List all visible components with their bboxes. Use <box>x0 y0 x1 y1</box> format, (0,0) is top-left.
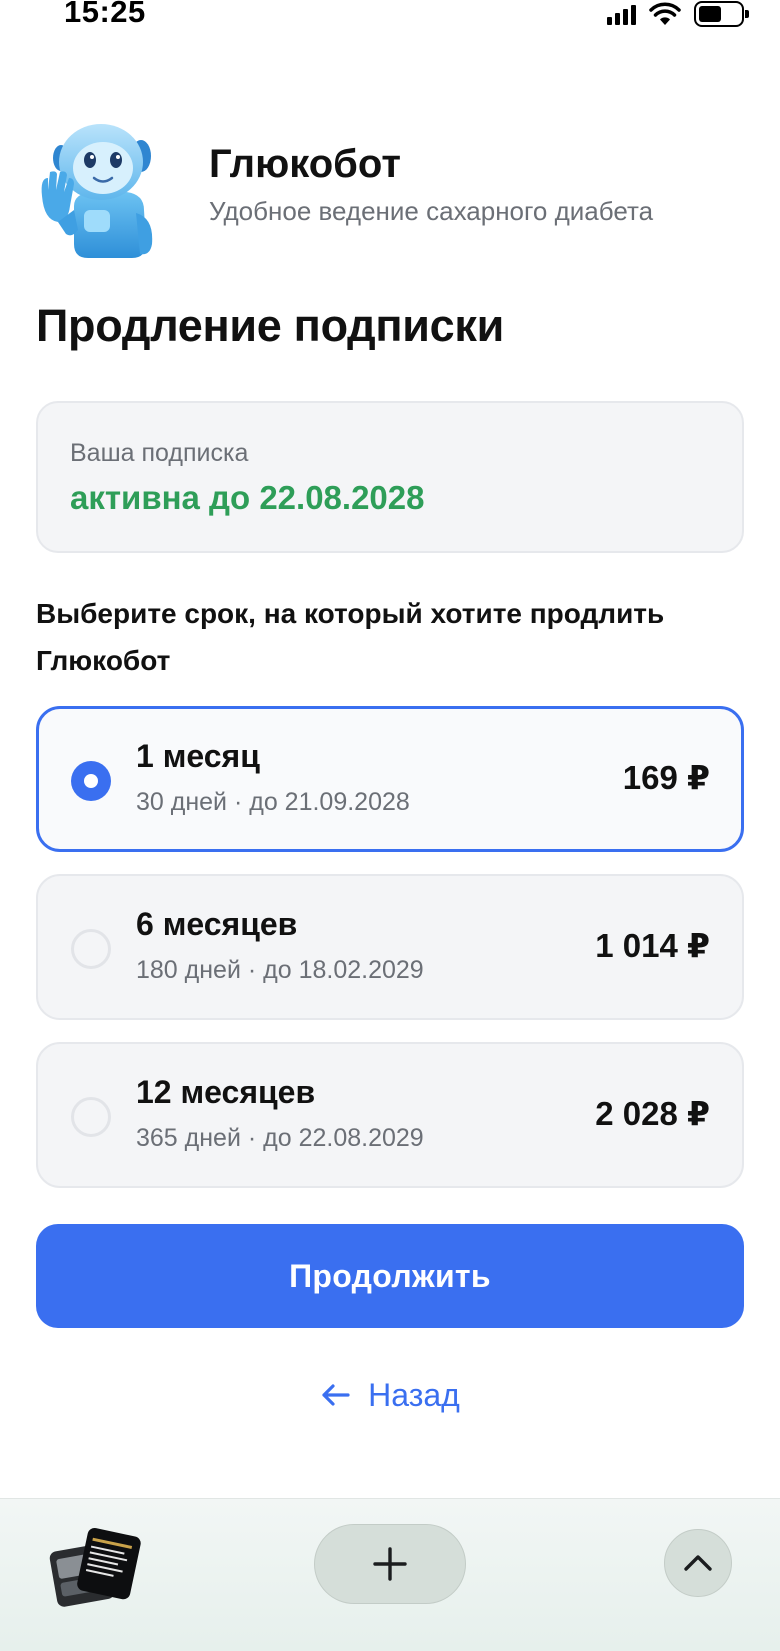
plan-option-6-months[interactable]: 6 месяцев 180 дней · до 18.02.2029 1 014… <box>36 874 744 1020</box>
subscription-label: Ваша подписка <box>70 439 249 467</box>
back-link[interactable]: Назад <box>0 1370 780 1420</box>
brand-tagline: Удобное ведение сахарного диабета <box>209 196 654 226</box>
plan-detail: 180 дней · до 18.02.2029 <box>136 956 424 984</box>
status-time: 15:25 <box>64 0 146 29</box>
browser-bottom-bar <box>0 1498 780 1651</box>
wifi-icon <box>649 2 681 25</box>
signal-icon <box>607 3 636 25</box>
page: 15:25 Глюкобот Удобное ведение сахарного… <box>0 0 780 1651</box>
brand-header: Глюкобот Удобное ведение сахарного диабе… <box>36 118 746 258</box>
battery-icon <box>694 1 749 27</box>
tabs-thumbnail[interactable] <box>46 1523 142 1613</box>
subscription-status-card: Ваша подписка активна до 22.08.2028 <box>36 401 744 553</box>
plan-option-1-month[interactable]: 1 месяц 30 дней · до 21.09.2028 169 ₽ <box>36 706 744 852</box>
new-tab-button[interactable] <box>314 1524 466 1604</box>
scroll-up-button[interactable] <box>664 1529 732 1597</box>
back-label: Назад <box>368 1376 460 1413</box>
subscription-status: активна до 22.08.2028 <box>70 479 425 516</box>
radio-unselected-icon[interactable] <box>71 929 111 969</box>
plan-name: 6 месяцев <box>136 906 298 942</box>
plan-prompt: Выберите срок, на который хотите продлит… <box>36 598 665 676</box>
robot-mascot-icon <box>41 124 153 258</box>
status-bar: 15:25 <box>0 0 780 34</box>
plan-name: 1 месяц <box>136 738 260 774</box>
brand-name: Глюкобот <box>209 142 401 186</box>
radio-unselected-icon[interactable] <box>71 1097 111 1137</box>
page-title: Продление подписки <box>36 300 504 351</box>
plan-price: 1 014 ₽ <box>595 927 710 964</box>
plan-detail: 365 дней · до 22.08.2029 <box>136 1124 424 1152</box>
plan-price: 169 ₽ <box>622 759 710 796</box>
radio-selected-icon[interactable] <box>71 761 111 801</box>
arrow-left-icon <box>322 1384 350 1406</box>
plan-price: 2 028 ₽ <box>595 1095 710 1132</box>
continue-button[interactable]: Продолжить <box>36 1224 744 1328</box>
plan-detail: 30 дней · до 21.09.2028 <box>136 788 410 816</box>
plan-name: 12 месяцев <box>136 1074 316 1110</box>
status-icons <box>607 0 749 28</box>
plan-option-12-months[interactable]: 12 месяцев 365 дней · до 22.08.2029 2 02… <box>36 1042 744 1188</box>
plus-icon <box>373 1547 407 1581</box>
chevron-up-icon <box>684 1555 712 1571</box>
